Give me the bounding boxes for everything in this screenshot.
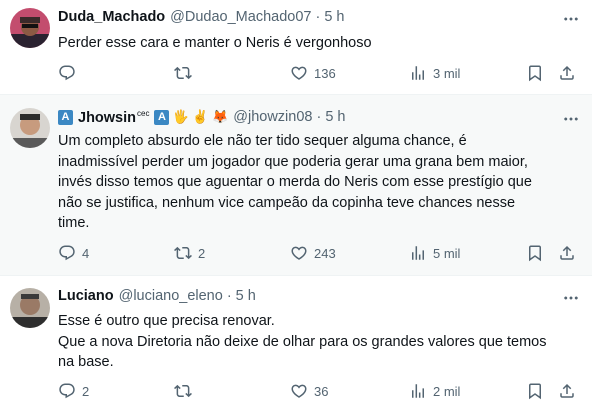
like-button[interactable]: 136: [290, 64, 336, 82]
tweet[interactable]: A Jhowsincec A 🖐 ✌ 🦊 @jhowzin08 · 5 h Um…: [0, 95, 592, 276]
share-icon: [558, 244, 576, 262]
timestamp[interactable]: 5 h: [236, 288, 256, 304]
like-icon: [290, 244, 308, 262]
like-button[interactable]: 36: [290, 382, 328, 400]
tweet-text-line: inadmissível perder um jogador que poder…: [58, 153, 528, 170]
retweet-icon: [174, 382, 192, 400]
reply-icon: [58, 244, 76, 262]
name-emojis: 🖐 ✌ 🦊: [172, 109, 229, 125]
tweet-text: Esse é outro que precisa renovar. Que a …: [58, 311, 578, 373]
reply-icon: [58, 64, 76, 82]
retweet-count: 2: [198, 245, 206, 261]
avatar[interactable]: [10, 108, 50, 148]
user-handle[interactable]: @jhowzin08: [233, 109, 312, 125]
tweet-header: A Jhowsincec A 🖐 ✌ 🦊 @jhowzin08 · 5 h: [58, 109, 346, 126]
bookmark-button[interactable]: [526, 382, 544, 400]
separator: ·: [226, 288, 232, 304]
tweet-text-line: Perder esse cara e manter o Neris é verg…: [58, 35, 372, 51]
name-badge-2: A: [154, 109, 170, 125]
bookmark-icon: [526, 64, 544, 82]
like-button[interactable]: 243: [290, 244, 336, 262]
timestamp[interactable]: 5 h: [324, 9, 344, 25]
bookmark-icon: [526, 382, 544, 400]
more-icon[interactable]: [562, 110, 580, 128]
separator: ·: [315, 9, 321, 25]
avatar[interactable]: [10, 288, 50, 328]
reply-count: 2: [82, 383, 90, 399]
tweet-text-line: time.: [58, 215, 90, 231]
retweet-button[interactable]: 2: [174, 244, 205, 262]
share-icon: [558, 64, 576, 82]
bookmark-icon: [526, 244, 544, 262]
like-count: 243: [314, 245, 336, 261]
tweet-text-line: não se justifica, nenhum vice campeão da…: [58, 194, 516, 211]
action-bar: 136 3 mil: [58, 64, 578, 86]
view-count: 5 mil: [433, 245, 461, 261]
action-bar: 2 36 2 mil: [58, 382, 578, 404]
action-bar: 4 2 243 5 mil: [58, 244, 578, 266]
views-button[interactable]: 3 mil: [409, 64, 460, 82]
share-button[interactable]: [558, 64, 576, 82]
tweet[interactable]: Duda_Machado @Dudao_Machado07 · 5 h Perd…: [0, 0, 592, 95]
share-button[interactable]: [558, 382, 576, 400]
separator: ·: [316, 109, 322, 126]
more-icon[interactable]: [562, 10, 580, 28]
reply-button[interactable]: [58, 64, 82, 82]
name-badge: A: [58, 109, 73, 125]
view-count: 3 mil: [433, 65, 461, 81]
like-count: 36: [314, 383, 329, 399]
views-button[interactable]: 5 mil: [409, 244, 460, 262]
tweet-text-line: Esse é outro que precisa renovar.: [58, 313, 275, 329]
timestamp[interactable]: 5 h: [325, 109, 345, 125]
retweet-button[interactable]: [174, 382, 198, 400]
like-icon: [290, 382, 308, 400]
retweet-icon: [174, 244, 192, 262]
tweet-text-line: Que a nova Diretoria não deixe de olhar …: [58, 333, 547, 350]
like-icon: [290, 64, 308, 82]
display-name[interactable]: Duda_Machado: [58, 9, 165, 25]
tweet-text: Perder esse cara e manter o Neris é verg…: [58, 33, 578, 54]
like-count: 136: [314, 65, 336, 81]
display-name-text: Jhowsin: [78, 109, 137, 126]
reply-button[interactable]: 2: [58, 382, 89, 400]
user-handle[interactable]: @luciano_eleno: [119, 288, 223, 304]
share-icon: [558, 382, 576, 400]
views-icon: [409, 382, 427, 400]
tweet-header: Duda_Machado @Dudao_Machado07 · 5 h: [58, 9, 344, 25]
reply-button[interactable]: 4: [58, 244, 89, 262]
display-name[interactable]: Luciano: [58, 288, 114, 304]
tweet-header: Luciano @luciano_eleno · 5 h: [58, 288, 256, 304]
reply-count: 4: [82, 245, 90, 261]
views-button[interactable]: 2 mil: [409, 382, 460, 400]
share-button[interactable]: [558, 244, 576, 262]
more-icon[interactable]: [562, 289, 580, 307]
bookmark-button[interactable]: [526, 64, 544, 82]
bookmark-button[interactable]: [526, 244, 544, 262]
tweet[interactable]: Luciano @luciano_eleno · 5 h Esse é outr…: [0, 276, 592, 415]
tweet-text-line: na base.: [58, 354, 114, 370]
retweet-icon: [174, 64, 192, 82]
name-superscript: cec: [137, 109, 150, 118]
reply-icon: [58, 382, 76, 400]
tweet-text: Um completo absurdo ele não ter tido seq…: [58, 131, 578, 234]
views-icon: [409, 64, 427, 82]
display-name[interactable]: Jhowsincec: [78, 109, 149, 126]
tweet-text-line: Um completo absurdo ele não ter tido seq…: [58, 133, 467, 149]
avatar[interactable]: [10, 8, 50, 48]
tweet-text-line: invés disso temos que aguentar o merda d…: [58, 174, 532, 190]
retweet-button[interactable]: [174, 64, 198, 82]
views-icon: [409, 244, 427, 262]
user-handle[interactable]: @Dudao_Machado07: [170, 9, 311, 25]
view-count: 2 mil: [433, 383, 461, 399]
